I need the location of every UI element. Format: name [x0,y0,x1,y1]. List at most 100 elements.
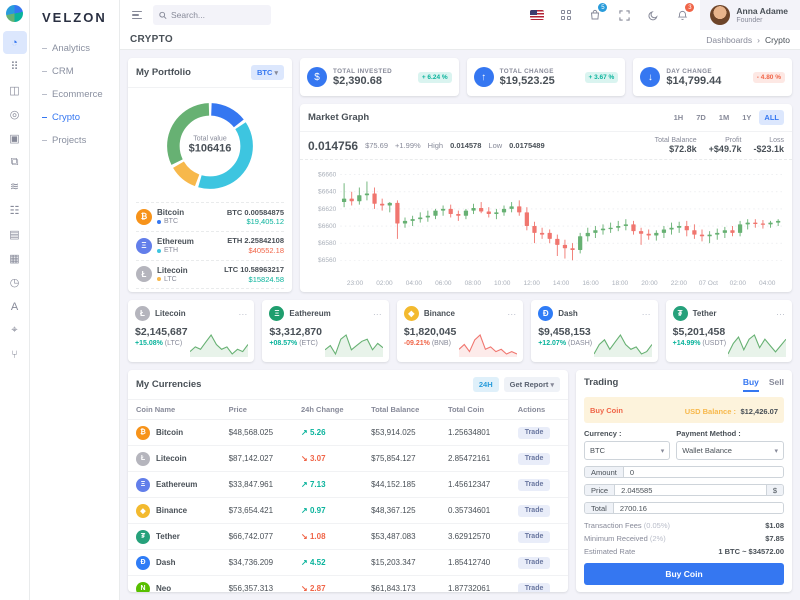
period-1y-button[interactable]: 1Y [737,110,756,125]
payment-method-select[interactable]: Wallet Balance ▾ [676,441,784,460]
icons-icon[interactable]: A [3,295,27,318]
apps-grid-icon[interactable] [555,4,577,26]
hamburger-icon[interactable] [128,7,146,24]
authentication-icon[interactable]: ◎ [3,103,27,126]
column-header: Price [220,400,294,420]
tables-icon[interactable]: ▦ [3,247,27,270]
dashboards-icon[interactable]: ◔ [2,31,27,54]
coin-amount: ETH 2.25842108 [227,236,284,246]
landing-icon[interactable]: ⧉ [3,151,27,174]
trade-button[interactable]: Trade [517,582,551,592]
brand-logo[interactable]: VELZON [30,8,119,37]
pages-icon[interactable]: ▣ [3,127,27,150]
cell-price: $66,742.077 [220,523,294,550]
currency-select[interactable]: BTC ▾ [584,441,671,460]
coin-card-eathereum[interactable]: Ξ Eathereum ··· $3,312,870 +08.57% (ETC) [262,300,389,362]
caret-down-icon: ▾ [550,382,554,389]
period-1h-button[interactable]: 1H [669,110,689,125]
coin-amount: LTC 10.58963217 [224,265,284,274]
stat-label: TOTAL CHANGE [499,67,554,75]
table-row: Đ Dash $34,736.209 ↗ 4.52 $15,203.347 1.85412… [128,549,568,576]
sidebar-item-analytics[interactable]: Analytics [30,37,119,60]
currencies-table: Coin Name Price 24h Change Total Balance Tot… [128,400,568,592]
portfolio-coin-list: ₿ Bitcoin BTC BTC 0.00584875 $19,405.12 Ξ Ethe… [128,202,292,292]
market-price: 0.014756 [308,138,359,153]
breadcrumb: Dashboards › Crypto [706,35,790,45]
multilevel-icon[interactable]: ⑂ [3,343,27,366]
coin-card-dash[interactable]: Đ Dash ··· $9,458,153 +12.07% (DASH) [531,300,658,362]
layouts-icon[interactable]: ◫ [3,79,27,102]
trade-button[interactable]: Trade [517,504,551,517]
sidebar-item-projects[interactable]: Projects [30,129,119,152]
search-input[interactable] [170,10,265,20]
buy-coin-button[interactable]: Buy Coin [584,563,784,585]
widgets-icon[interactable]: ☷ [3,199,27,222]
coin-value: $40552.18 [248,246,284,255]
trade-button[interactable]: Trade [517,452,551,465]
portfolio-coin-row[interactable]: ĐDashDASHDASH 204.28565885$30635.84 [136,288,284,292]
breadcrumb-section[interactable]: Dashboards [706,35,752,45]
stat-icon: $ [307,67,327,87]
charts-icon[interactable]: ◷ [3,271,27,294]
market-low: 0.0175489 [509,141,545,150]
total-input-group: Total [584,502,784,514]
get-report-button[interactable]: Get Report ▾ [503,377,560,392]
maps-icon[interactable]: ⌖ [3,319,27,342]
sidebar-item-ecommerce[interactable]: Ecommerce [30,83,119,106]
trade-button[interactable]: Trade [517,478,551,491]
portfolio-coin-row[interactable]: Ξ Ethereum ETH ETH 2.25842108 $40552.18 [136,230,284,260]
apps-icon[interactable]: ⠿ [3,55,27,78]
coin-card-tether[interactable]: ₮ Tether ··· $5,201,458 +14.99% (USDT) [665,300,793,362]
dark-mode-icon[interactable] [642,4,664,26]
cell-coin-name: Neo [156,584,172,592]
logo-icon[interactable] [6,5,23,22]
column-header: Total Balance [363,400,440,420]
portfolio-coin-row[interactable]: Ł Litecoin LTC LTC 10.58963217 $15824.58 [136,259,284,289]
stat-card: ↓ DAY CHANGE $14,799.44 - 4.80 % [633,58,793,96]
forms-icon[interactable]: ▤ [3,223,27,246]
dash-icon [42,48,47,49]
amount-input[interactable] [623,467,783,477]
timeframe-24h-button[interactable]: 24H [472,377,499,392]
period-7d-button[interactable]: 7D [691,110,711,125]
tether-icon: ₮ [136,529,150,544]
market-high-label: High [427,141,444,150]
portfolio-currency-dropdown[interactable]: BTC ▾ [250,65,284,80]
trade-button[interactable]: Trade [517,556,551,569]
coin-card-binance[interactable]: ◆ Binance ··· $1,820,045 -09.21% (BNB) [396,300,524,362]
portfolio-coin-row[interactable]: ₿ Bitcoin BTC BTC 0.00584875 $19,405.12 [136,202,284,231]
components-icon[interactable]: ≋ [3,175,27,198]
sidebar-item-crypto[interactable]: Crypto [30,106,119,129]
price-input[interactable] [615,485,766,495]
total-input[interactable] [613,503,783,513]
stat-card: $ TOTAL INVESTED $2,390.68 + 6.24 % [300,58,459,96]
period-all-button[interactable]: ALL [759,110,784,125]
market-usd: $75.69 [365,141,389,150]
svg-text:$6660: $6660 [318,172,337,179]
stat-icon: ↑ [473,67,494,87]
usd-balance-label: USD Balance : [684,407,736,416]
svg-text:16:00: 16:00 [582,280,599,287]
litecoin-icon: Ł [136,451,150,466]
trade-button[interactable]: Trade [517,530,551,543]
cart-icon[interactable]: 5 [584,3,608,26]
stat-label: TOTAL INVESTED [333,67,393,75]
language-flag-icon[interactable] [526,4,548,26]
tab-buy[interactable]: Buy [742,377,759,392]
svg-text:$6620: $6620 [318,206,337,213]
svg-text:$6580: $6580 [318,240,337,247]
coin-value: $15824.58 [248,274,284,284]
cart-badge: 5 [598,3,608,12]
portfolio-title: My Portfolio [136,67,191,78]
sidebar-item-crm[interactable]: CRM [30,60,119,83]
notifications-bell-icon[interactable]: 3 [671,3,695,26]
tab-sell[interactable]: Sell [769,377,784,392]
user-profile-menu[interactable]: Anna Adame Founder [700,0,800,30]
period-1m-button[interactable]: 1M [714,110,734,125]
trade-button[interactable]: Trade [517,426,551,439]
sidebar-item-label: Ecommerce [52,89,103,100]
fullscreen-icon[interactable] [613,4,635,26]
coin-card-litecoin[interactable]: Ł Litecoin ··· $2,145,687 +15.08% (LTC) [128,300,255,362]
tether-icon: ₮ [672,306,688,321]
fee-row: Transaction Fees (0.05%) $1.08 [584,521,784,530]
